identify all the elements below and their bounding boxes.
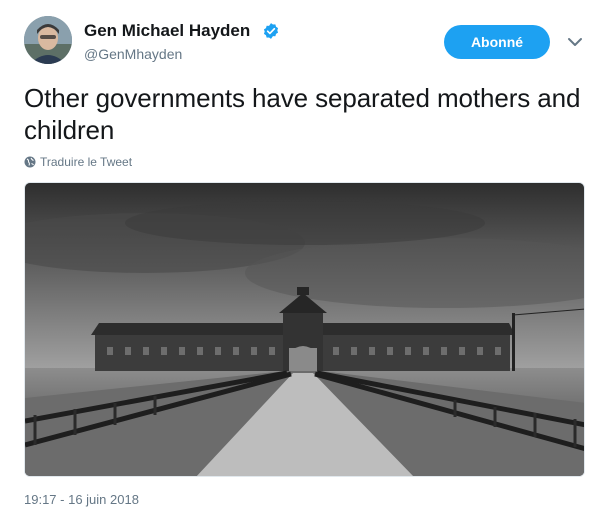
user-name[interactable]: Gen Michael Hayden [84,21,250,41]
user-handle[interactable]: @GenMhayden [84,46,182,62]
translate-label: Traduire le Tweet [40,155,133,169]
avatar-image [24,16,72,64]
verified-badge-icon [263,23,279,39]
avatar[interactable] [24,16,72,64]
chevron-down-icon[interactable] [567,36,583,48]
globe-icon [24,156,36,168]
tweet-timestamp[interactable]: 19:17 - 16 juin 2018 [24,492,139,507]
tweet-text: Other governments have separated mothers… [24,83,581,145]
tweet-photo[interactable] [24,182,585,477]
photo-image [25,183,584,476]
following-button[interactable]: Abonné [444,25,550,59]
translate-tweet-link[interactable]: Traduire le Tweet [24,155,132,169]
tweet-card: Gen Michael Hayden @GenMhayden Abonné Ot… [0,0,611,519]
